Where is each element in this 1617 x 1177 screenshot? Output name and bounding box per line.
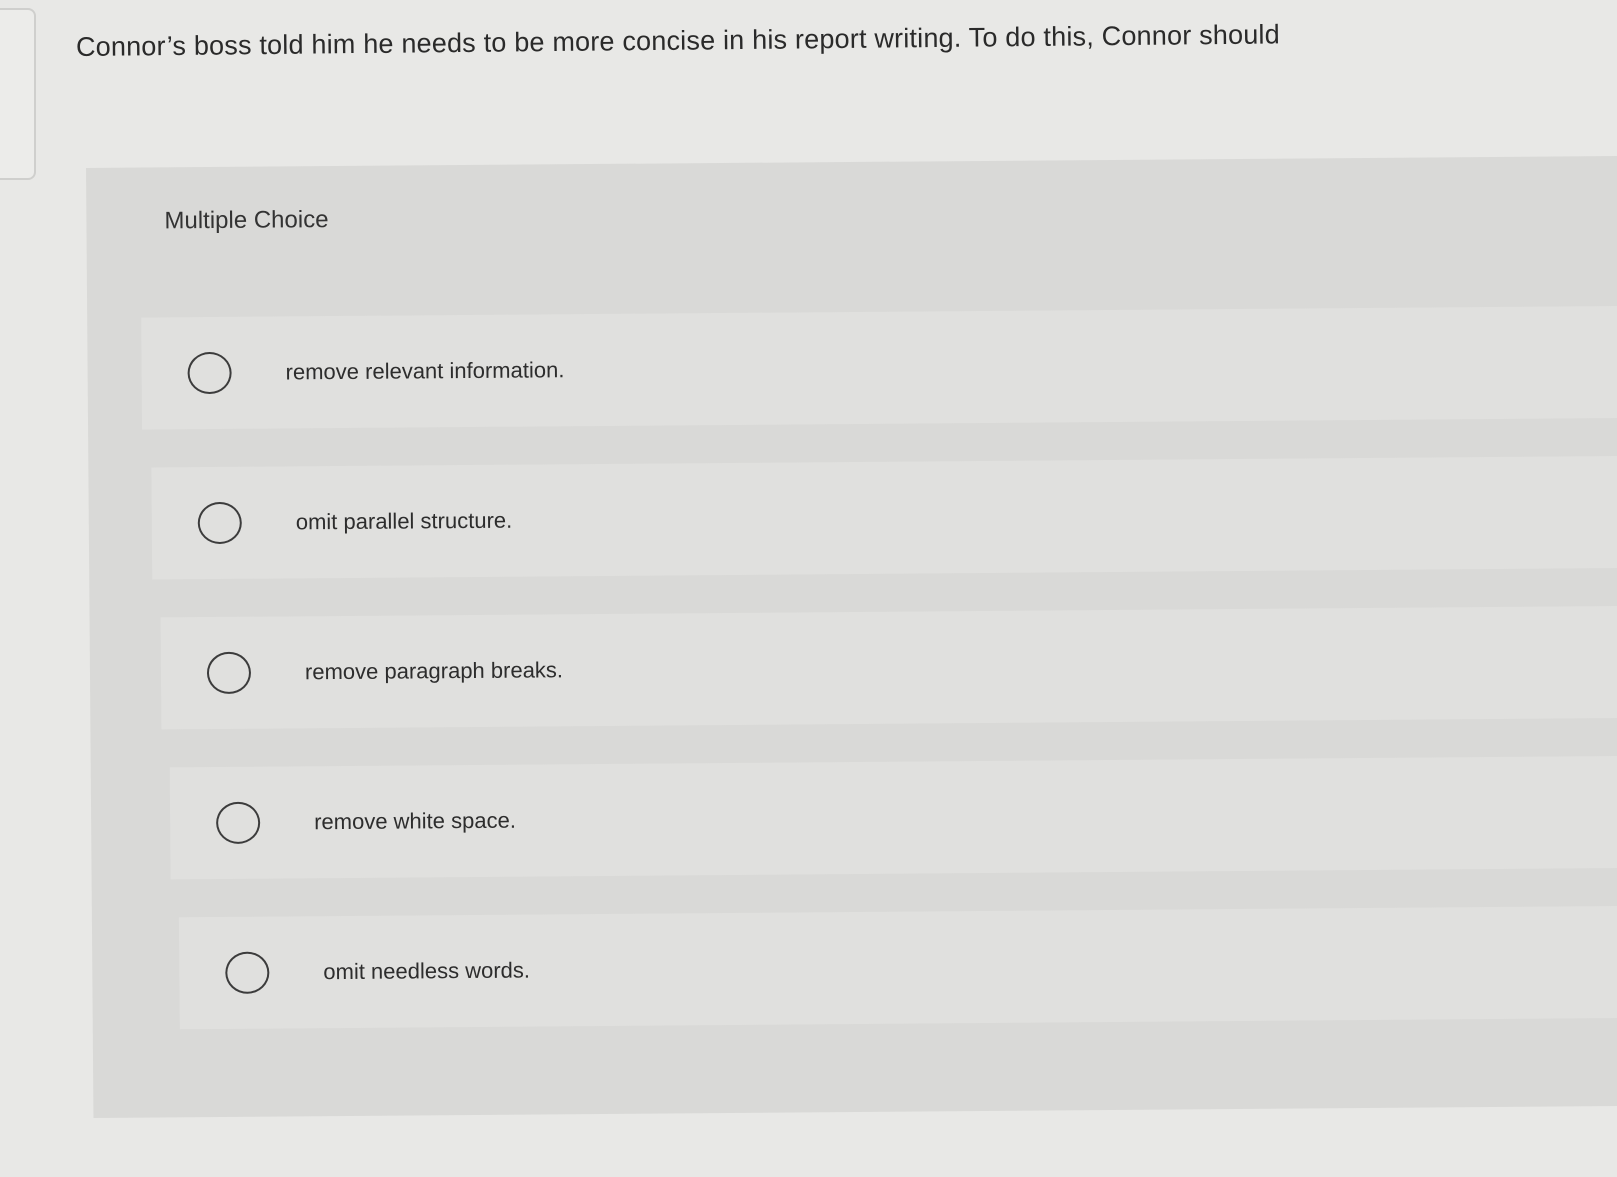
option-label: remove relevant information.: [285, 357, 565, 385]
option-1[interactable]: remove relevant information.: [141, 305, 1617, 430]
radio-button-icon[interactable]: [215, 801, 261, 844]
radio-button-icon[interactable]: [225, 951, 270, 994]
option-3[interactable]: remove paragraph breaks.: [160, 605, 1617, 730]
answer-panel: Multiple Choice remove relevant informat…: [86, 155, 1617, 1118]
option-label: remove paragraph breaks.: [304, 657, 564, 685]
option-2[interactable]: omit parallel structure.: [151, 455, 1617, 580]
option-4[interactable]: remove white space.: [169, 755, 1617, 880]
question-type-label: Multiple Choice: [164, 206, 329, 235]
question-text: Connor’s boss told him he needs to be mo…: [75, 19, 1281, 62]
option-label: omit needless words.: [323, 957, 531, 985]
option-label: remove white space.: [314, 807, 516, 835]
options-list: remove relevant information. omit parall…: [141, 305, 1617, 1068]
left-tab-edge: [0, 8, 36, 180]
radio-button-icon[interactable]: [197, 501, 242, 545]
option-label: omit parallel structure.: [295, 507, 513, 535]
option-5[interactable]: omit needless words.: [178, 905, 1617, 1030]
radio-button-icon[interactable]: [206, 651, 252, 695]
radio-button-icon[interactable]: [187, 351, 232, 395]
